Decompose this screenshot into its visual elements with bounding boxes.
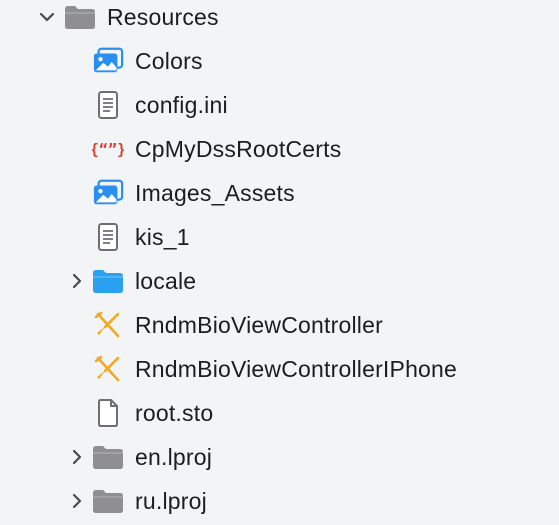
navigator-row-kis-1[interactable]: kis_1 <box>0 215 559 259</box>
navigator-item-label: Images_Assets <box>135 180 295 206</box>
json-file-icon: {“”} <box>92 133 124 165</box>
navigator-item-label: config.ini <box>135 92 228 118</box>
navigator-item-label: RndmBioViewControllerIPhone <box>135 356 458 382</box>
project-navigator: Resources Colors config.ini {“”} <box>0 0 559 525</box>
plain-file-icon <box>92 397 124 429</box>
chevron-right-icon[interactable] <box>66 446 88 468</box>
navigator-row-rndmbioviewcontrolleriphone[interactable]: RndmBioViewControllerIPhone <box>0 347 559 391</box>
navigator-row-images-assets[interactable]: Images_Assets <box>0 171 559 215</box>
text-file-icon <box>92 221 124 253</box>
navigator-item-label: kis_1 <box>135 224 190 250</box>
navigator-row-root-sto[interactable]: root.sto <box>0 391 559 435</box>
navigator-row-locale[interactable]: locale <box>0 259 559 303</box>
navigator-item-label: RndmBioViewController <box>135 312 383 338</box>
asset-catalog-icon <box>92 177 124 209</box>
chevron-right-icon[interactable] <box>66 270 88 292</box>
navigator-item-label: en.lproj <box>135 444 213 470</box>
svg-text:{“”}: {“”} <box>92 141 124 159</box>
chevron-right-icon[interactable] <box>66 490 88 512</box>
navigator-item-label: Colors <box>135 48 203 74</box>
navigator-item-label: Resources <box>107 4 219 30</box>
xib-file-icon <box>92 353 124 385</box>
navigator-row-colors[interactable]: Colors <box>0 39 559 83</box>
navigator-row-ru-lproj[interactable]: ru.lproj <box>0 479 559 523</box>
navigator-item-label: CpMyDssRootCerts <box>135 136 342 162</box>
xib-file-icon <box>92 309 124 341</box>
navigator-item-label: ru.lproj <box>135 488 207 514</box>
folder-gray-icon <box>92 441 124 473</box>
folder-gray-icon <box>64 1 96 33</box>
chevron-down-icon[interactable] <box>36 6 58 28</box>
navigator-row-en-lproj[interactable]: en.lproj <box>0 435 559 479</box>
navigator-row-resources[interactable]: Resources <box>0 0 559 39</box>
text-file-icon <box>92 89 124 121</box>
navigator-row-config-ini[interactable]: config.ini <box>0 83 559 127</box>
navigator-row-cpmydssrootcerts[interactable]: {“”} CpMyDssRootCerts <box>0 127 559 171</box>
navigator-item-label: locale <box>135 268 197 294</box>
asset-catalog-icon <box>92 45 124 77</box>
folder-blue-icon <box>92 265 124 297</box>
navigator-item-label: root.sto <box>135 400 214 426</box>
navigator-row-rndmbioviewcontroller[interactable]: RndmBioViewController <box>0 303 559 347</box>
folder-gray-icon <box>92 485 124 517</box>
